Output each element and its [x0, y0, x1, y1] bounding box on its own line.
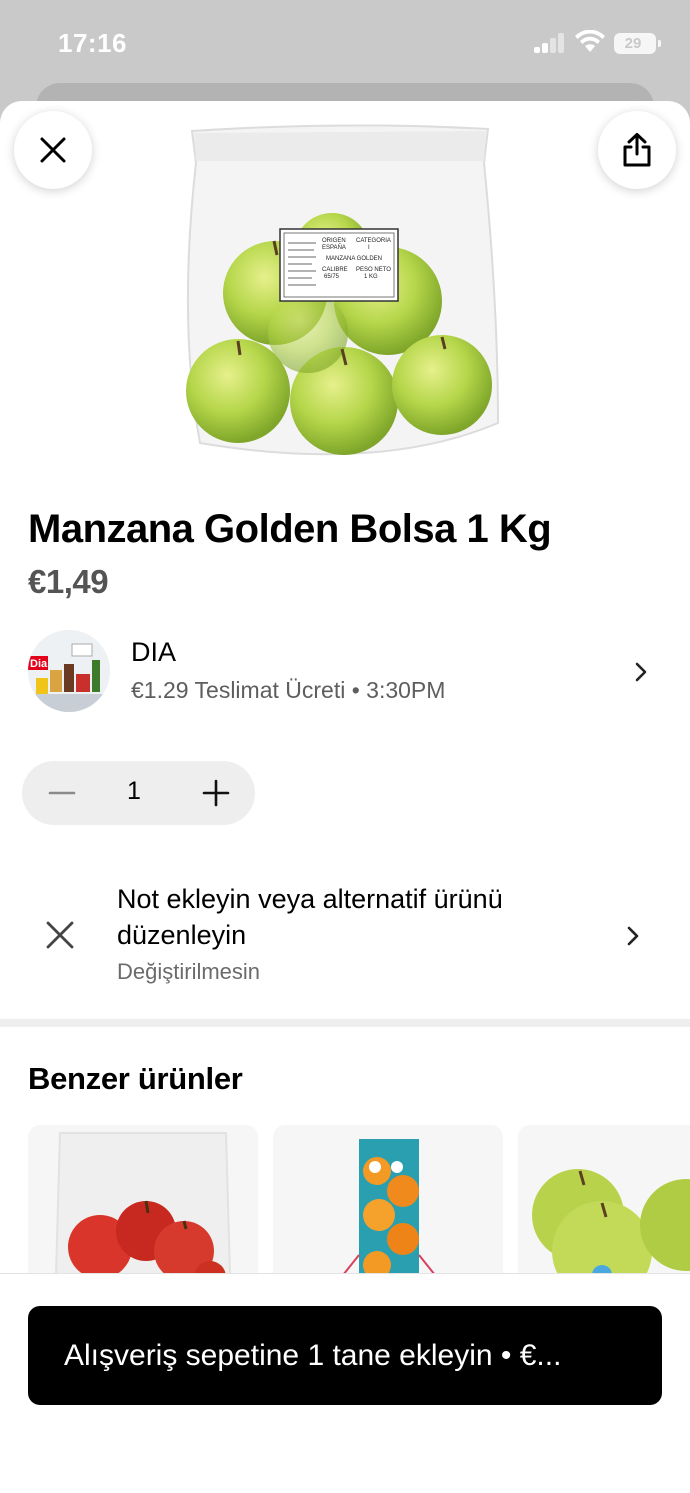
signal-icon — [534, 33, 566, 53]
status-bar: 17:16 29 — [0, 0, 690, 90]
battery-tip — [658, 40, 661, 47]
store-logo-text: Dia — [30, 658, 48, 670]
similar-product-card[interactable] — [273, 1125, 503, 1285]
similar-products-title: Benzer ürünler — [28, 1061, 243, 1096]
increase-quantity-button[interactable] — [194, 771, 238, 815]
share-button[interactable] — [598, 111, 676, 189]
battery-level: 29 — [624, 35, 642, 52]
bottom-action-bar: Alışveriş sepetine 1 tane ekleyin • €... — [0, 1273, 690, 1493]
substitution-note-row[interactable]: Not ekleyin veya alternatif ürünü düzenl… — [0, 871, 690, 1001]
label-text: MANZANA GOLDEN — [326, 256, 382, 262]
add-to-cart-button[interactable]: Alışveriş sepetine 1 tane ekleyin • €... — [28, 1306, 662, 1405]
label-text: ORIGEN — [322, 238, 346, 244]
similar-product-card[interactable] — [28, 1125, 258, 1285]
label-text: ESPAÑA — [322, 244, 346, 251]
no-substitute-icon — [46, 921, 74, 949]
decrease-quantity-button[interactable] — [40, 771, 84, 815]
store-logo: Dia — [28, 630, 110, 712]
label-text: 1 KG — [364, 274, 378, 280]
product-price: €1,49 — [28, 563, 109, 600]
label-text: PESO NETO — [356, 267, 391, 273]
product-title: Manzana Golden Bolsa 1 Kg — [28, 507, 552, 551]
chevron-right-icon — [635, 662, 647, 682]
store-name: DIA — [131, 637, 177, 667]
chevron-right-icon — [627, 926, 639, 946]
quantity-stepper: 1 — [22, 761, 255, 825]
wifi-icon — [575, 30, 605, 52]
similar-product-image — [334, 1139, 444, 1285]
similar-product-image — [518, 1125, 690, 1285]
label-text: CALIBRE — [322, 267, 348, 273]
close-button[interactable] — [14, 111, 92, 189]
share-icon — [623, 133, 651, 167]
quantity-value: 1 — [127, 777, 141, 805]
status-time: 17:16 — [58, 28, 127, 58]
store-delivery-info: €1.29 Teslimat Ücreti • 3:30PM — [131, 677, 446, 703]
battery-icon: 29 — [614, 33, 656, 54]
section-divider — [0, 1019, 690, 1027]
plus-icon — [202, 779, 230, 807]
note-subtitle: Değiştirilmesin — [117, 959, 261, 984]
label-text: 65/75 — [324, 274, 340, 280]
similar-product-image — [54, 1132, 232, 1285]
close-icon — [40, 137, 66, 163]
product-sheet: ORIGEN ESPAÑA CATEGORIA I MANZANA GOLDEN… — [0, 101, 690, 1493]
label-text: CATEGORIA — [356, 238, 391, 244]
similar-product-card[interactable] — [518, 1125, 690, 1285]
minus-icon — [48, 791, 76, 795]
store-row[interactable]: Dia DIA €1.29 Teslimat Ücreti • 3:30PM — [0, 621, 690, 721]
note-title: Not ekleyin veya alternatif ürünü düzenl… — [117, 884, 503, 950]
product-image: ORIGEN ESPAÑA CATEGORIA I MANZANA GOLDEN… — [186, 124, 500, 456]
add-to-cart-label: Alışveriş sepetine 1 tane ekleyin • €... — [64, 1338, 562, 1372]
